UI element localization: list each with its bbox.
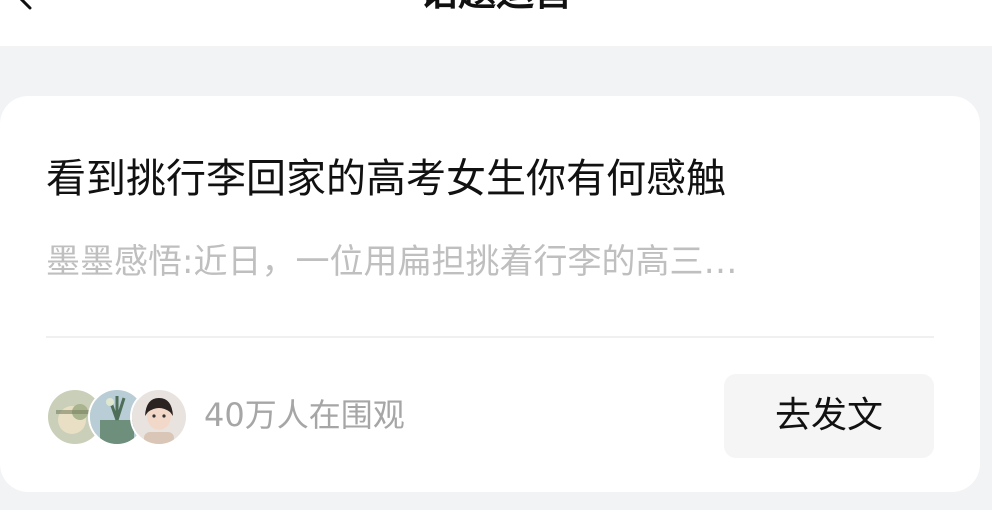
participant-avatars [46,388,196,446]
topic-card[interactable]: 看到挑行李回家的高考女生你有何感触 墨墨感悟:近日，一位用扁担挑着行李的高三… [0,96,980,492]
topic-description: 墨墨感悟:近日，一位用扁担挑着行李的高三… [46,242,738,282]
topic-title[interactable]: 看到挑行李回家的高考女生你有何感触 [46,154,726,204]
page-title: 话题运营 [0,0,992,14]
viewer-count: 40万人在围观 [204,396,405,434]
avatar [130,388,188,446]
post-article-button[interactable]: 去发文 [724,374,934,458]
divider [46,336,934,338]
top-nav-bar: 话题运营 [0,0,992,46]
